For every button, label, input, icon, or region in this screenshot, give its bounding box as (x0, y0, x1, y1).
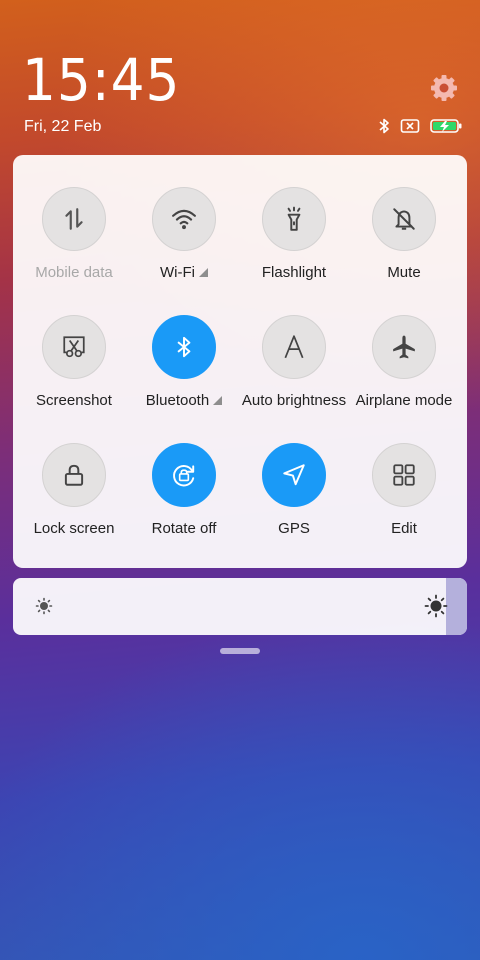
auto-brightness-label-text: Auto brightness (241, 392, 347, 409)
mobile-data-toggle-button[interactable] (42, 187, 106, 251)
battery-charging-icon (430, 119, 462, 133)
tile-mobile-data[interactable]: Mobile data (19, 187, 129, 315)
drag-handle[interactable] (220, 648, 260, 654)
brightness-slider[interactable] (13, 578, 467, 635)
screenshot-label: Screenshot (36, 392, 112, 409)
auto-brightness-icon (284, 335, 304, 359)
edit-label-text: Edit (391, 520, 417, 537)
wi-fi-label-text: Wi-Fi (160, 264, 195, 281)
tile-screenshot[interactable]: Screenshot (19, 315, 129, 443)
mobile-data-label: Mobile data (35, 264, 113, 281)
rotation-lock-icon (173, 465, 195, 487)
tile-mute[interactable]: Mute (349, 187, 459, 315)
mute-label: Mute (387, 264, 420, 281)
quick-settings-grid: Mobile data Wi-Fi Flashlight Mute Screenshot… (13, 155, 467, 571)
rotate-off-label: Rotate off (152, 520, 217, 537)
quick-settings-panel: Mobile data Wi-Fi Flashlight Mute Screenshot… (13, 155, 467, 568)
screenshot-toggle-button[interactable] (42, 315, 106, 379)
brightness-high-icon (424, 594, 448, 618)
screenshot-icon (63, 336, 85, 358)
brightness-low-icon (35, 597, 53, 615)
auto-brightness-toggle-button[interactable] (262, 315, 326, 379)
flashlight-label-text: Flashlight (261, 264, 327, 281)
tile-rotate-off[interactable]: Rotate off (129, 443, 239, 571)
expand-indicator-icon[interactable] (213, 396, 223, 405)
settings-gear-icon[interactable] (428, 72, 460, 104)
tile-gps[interactable]: GPS (239, 443, 349, 571)
tile-bluetooth[interactable]: Bluetooth (129, 315, 239, 443)
mute-toggle-button[interactable] (372, 187, 436, 251)
lock-screen-label: Lock screen (34, 520, 115, 537)
edit-label: Edit (391, 520, 417, 537)
tile-flashlight[interactable]: Flashlight (239, 187, 349, 315)
clock-date: Fri, 22 Feb (24, 118, 102, 135)
wi-fi-label: Wi-Fi (160, 264, 208, 281)
flashlight-icon (287, 206, 301, 231)
screenshot-label-text: Screenshot (36, 392, 112, 409)
bluetooth-label-text: Bluetooth (145, 392, 210, 409)
lock-icon (64, 464, 84, 486)
auto-brightness-label: Auto brightness (242, 392, 346, 409)
no-sim-icon (400, 119, 420, 133)
tile-edit[interactable]: Edit (349, 443, 459, 571)
bluetooth-icon (177, 336, 191, 358)
status-bar (378, 117, 462, 135)
wifi-icon (172, 209, 196, 230)
airplane-mode-toggle-button[interactable] (372, 315, 436, 379)
flashlight-toggle-button[interactable] (262, 187, 326, 251)
bluetooth-label: Bluetooth (145, 392, 223, 409)
tile-airplane-mode[interactable]: Airplane mode (349, 315, 459, 443)
bluetooth-toggle-button[interactable] (152, 315, 216, 379)
brightness-slider-fill (445, 578, 467, 635)
rotate-off-toggle-button[interactable] (152, 443, 216, 507)
airplane-mode-label-text: Airplane mode (355, 392, 453, 409)
rotate-off-label-text: Rotate off (151, 520, 217, 537)
expand-indicator-icon[interactable] (198, 268, 208, 277)
lock-screen-toggle-button[interactable] (42, 443, 106, 507)
tile-wi-fi[interactable]: Wi-Fi (129, 187, 239, 315)
bluetooth-icon (379, 118, 389, 134)
airplane-icon (393, 335, 415, 359)
gps-label: GPS (278, 520, 310, 537)
mobile-data-icon (65, 208, 83, 230)
airplane-mode-label: Airplane mode (356, 392, 453, 409)
clock-time: 15:45 (22, 46, 181, 114)
grid-icon (393, 464, 415, 486)
gps-toggle-button[interactable] (262, 443, 326, 507)
edit-toggle-button[interactable] (372, 443, 436, 507)
mute-label-text: Mute (387, 264, 421, 281)
mobile-data-label-text: Mobile data (35, 264, 113, 281)
lock-screen-label-text: Lock screen (33, 520, 115, 537)
flashlight-label: Flashlight (262, 264, 326, 281)
wi-fi-toggle-button[interactable] (152, 187, 216, 251)
tile-auto-brightness[interactable]: Auto brightness (239, 315, 349, 443)
gps-label-text: GPS (278, 520, 310, 537)
location-arrow-icon (283, 464, 305, 486)
bell-off-icon (393, 208, 415, 230)
tile-lock-screen[interactable]: Lock screen (19, 443, 129, 571)
